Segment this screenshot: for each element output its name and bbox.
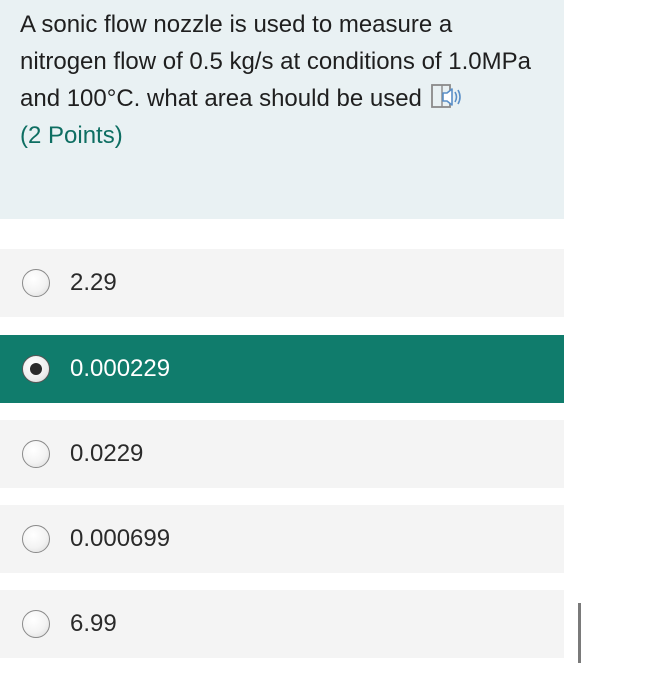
radio-button[interactable] bbox=[22, 610, 50, 638]
option-5[interactable]: 6.99 bbox=[0, 590, 564, 658]
question-card: A sonic flow nozzle is used to measure a… bbox=[0, 0, 564, 219]
question-text: A sonic flow nozzle is used to measure a… bbox=[20, 6, 544, 117]
option-label: 0.000699 bbox=[70, 525, 171, 552]
radio-button-selected[interactable] bbox=[22, 355, 50, 383]
option-label: 6.99 bbox=[70, 610, 117, 637]
radio-button[interactable] bbox=[22, 269, 50, 297]
option-4[interactable]: 0.000699 bbox=[0, 505, 564, 573]
option-label: 0.0229 bbox=[70, 440, 144, 467]
option-2[interactable]: 0.000229 bbox=[0, 335, 564, 403]
radio-button[interactable] bbox=[22, 440, 50, 468]
option-label: 0.000229 bbox=[70, 355, 171, 382]
immersive-reader-icon[interactable] bbox=[430, 82, 464, 112]
option-1[interactable]: 2.29 bbox=[0, 249, 564, 317]
option-label: 2.29 bbox=[70, 269, 117, 296]
points-label: (2 Points) bbox=[20, 122, 123, 149]
radio-button[interactable] bbox=[22, 525, 50, 553]
option-3[interactable]: 0.0229 bbox=[0, 420, 564, 488]
scrollbar-thumb[interactable] bbox=[578, 603, 581, 663]
